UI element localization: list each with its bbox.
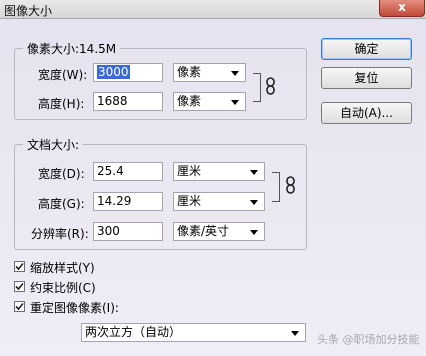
chevron-down-icon: [250, 230, 258, 235]
doc-width-unit-select[interactable]: 厘米: [173, 162, 265, 181]
watermark: 头条 @职场加分技能: [317, 333, 420, 346]
chevron-down-icon: [231, 100, 239, 105]
chevron-down-icon: [250, 200, 258, 205]
resolution-input[interactable]: 300: [93, 222, 163, 241]
reset-button[interactable]: 复位: [321, 67, 412, 89]
pixel-width-unit-select[interactable]: 像素: [173, 63, 246, 82]
checkmark-icon: [15, 282, 24, 291]
doc-width-unit: 厘米: [177, 164, 202, 178]
chevron-down-icon: [231, 71, 239, 76]
chevron-down-icon: [250, 170, 258, 175]
chain-link-icon: [266, 77, 275, 95]
doc-width-value: 25.4: [97, 164, 124, 178]
constrain-proportions-label: 约束比例(C): [30, 281, 96, 295]
pixel-width-unit: 像素: [177, 65, 202, 79]
doc-width-input[interactable]: 25.4: [93, 162, 163, 181]
scale-styles-checkbox[interactable]: [14, 261, 25, 272]
resample-label: 重定图像像素(I):: [30, 301, 119, 315]
auto-button[interactable]: 自动(A)...: [321, 102, 412, 124]
link-bracket: [253, 73, 261, 102]
doc-height-unit-select[interactable]: 厘米: [173, 192, 265, 211]
window-title: 图像大小: [4, 4, 53, 18]
doc-height-input[interactable]: 14.29: [93, 192, 163, 211]
link-bracket: [272, 172, 280, 202]
resolution-unit: 像素/英寸: [177, 224, 230, 238]
pixel-height-value: 1688: [97, 94, 128, 108]
close-button[interactable]: x: [379, 0, 425, 17]
resolution-label: 分辨率(R):: [31, 227, 89, 241]
resolution-unit-select[interactable]: 像素/英寸: [173, 222, 265, 241]
doc-height-unit: 厘米: [177, 194, 202, 208]
doc-height-value: 14.29: [97, 194, 132, 208]
scale-styles-label: 缩放样式(Y): [30, 261, 95, 275]
pixel-height-label: 高度(H):: [38, 97, 85, 111]
constrain-proportions-checkbox[interactable]: [14, 281, 25, 292]
checkmark-icon: [15, 262, 24, 271]
pixel-height-unit: 像素: [177, 94, 202, 108]
doc-height-label: 高度(G):: [38, 197, 85, 211]
chain-link-icon: [286, 176, 295, 194]
ok-button[interactable]: 确定: [321, 38, 412, 60]
resample-checkbox[interactable]: [14, 301, 25, 312]
document-size-legend: 文档大小:: [27, 138, 80, 152]
pixel-width-label: 宽度(W):: [38, 68, 88, 82]
pixel-width-input[interactable]: 3000: [93, 63, 163, 82]
resample-method-value: 两次立方（自动）: [85, 325, 182, 339]
chevron-down-icon: [291, 331, 299, 336]
pixel-width-value: 3000: [97, 65, 130, 79]
checkmark-icon: [15, 302, 24, 311]
resolution-value: 300: [97, 224, 120, 238]
doc-width-label: 宽度(D):: [38, 167, 85, 181]
resample-method-select[interactable]: 两次立方（自动）: [81, 323, 306, 342]
pixel-height-unit-select[interactable]: 像素: [173, 92, 246, 111]
pixel-height-input[interactable]: 1688: [93, 92, 163, 111]
pixel-dimensions-legend: 像素大小:14.5M: [27, 42, 117, 56]
title-bar: 图像大小 x: [0, 0, 426, 19]
